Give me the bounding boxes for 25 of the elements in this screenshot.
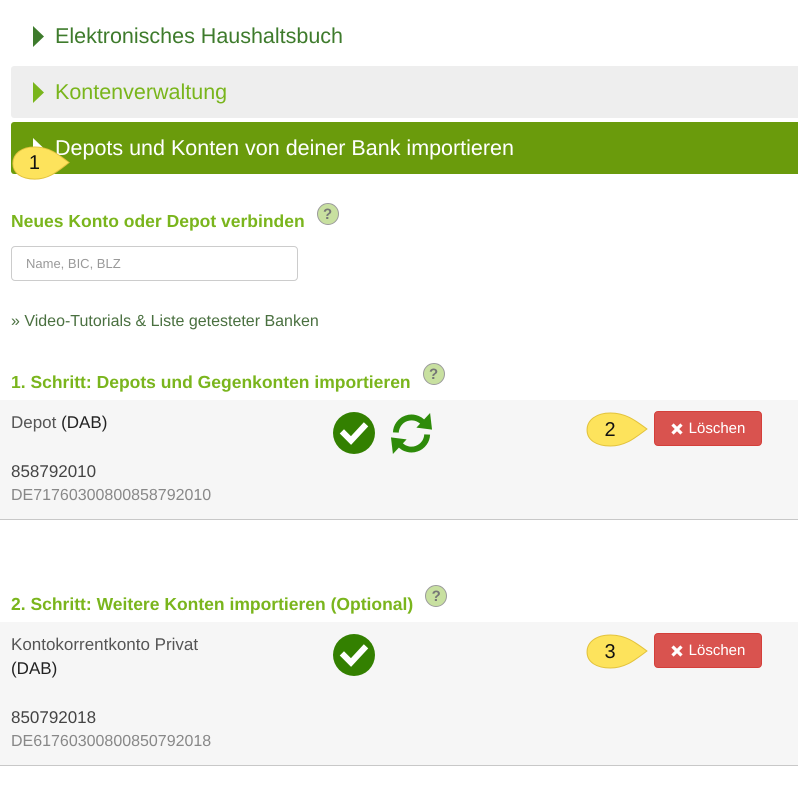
- bank-name: (DAB): [61, 413, 108, 432]
- help-button[interactable]: ?: [316, 203, 339, 225]
- account-name: Kontokorrentkonto Privat: [11, 635, 198, 654]
- account-number: 850792018: [11, 707, 98, 729]
- delete-button[interactable]: Löschen: [654, 633, 762, 668]
- section-heading: 2. Schritt: Weitere Konten importieren (Optional): [11, 594, 414, 614]
- help-button[interactable]: ?: [425, 585, 448, 607]
- accordion-header[interactable]: Kontenverwaltung: [11, 66, 798, 118]
- search-field[interactable]: Name, BIC, BLZ: [11, 246, 298, 281]
- accordion-header[interactable]: Elektronisches Haushaltsbuch: [11, 10, 798, 62]
- account-number: 858792010: [11, 461, 98, 483]
- bank-name: (DAB): [11, 659, 58, 678]
- caret-icon: [33, 82, 44, 102]
- cross-icon: [670, 644, 683, 656]
- tutorial-link[interactable]: » Video-Tutorials & Liste getesteter Banken: [11, 312, 319, 332]
- section-heading: 1. Schritt: Depots und Gegenkonten importieren: [11, 372, 411, 392]
- iban-text: DE71760300800858792010: [11, 486, 212, 506]
- caret-icon: [33, 26, 44, 46]
- iban-text: DE61760300800850792018: [11, 732, 212, 752]
- refresh-icon[interactable]: [389, 411, 434, 456]
- section-heading: Neues Konto oder Depot verbinden: [11, 211, 305, 231]
- help-button[interactable]: ?: [422, 363, 445, 385]
- cross-icon: [670, 422, 683, 434]
- account-name: Depot: [11, 413, 56, 432]
- delete-button[interactable]: Löschen: [654, 411, 762, 446]
